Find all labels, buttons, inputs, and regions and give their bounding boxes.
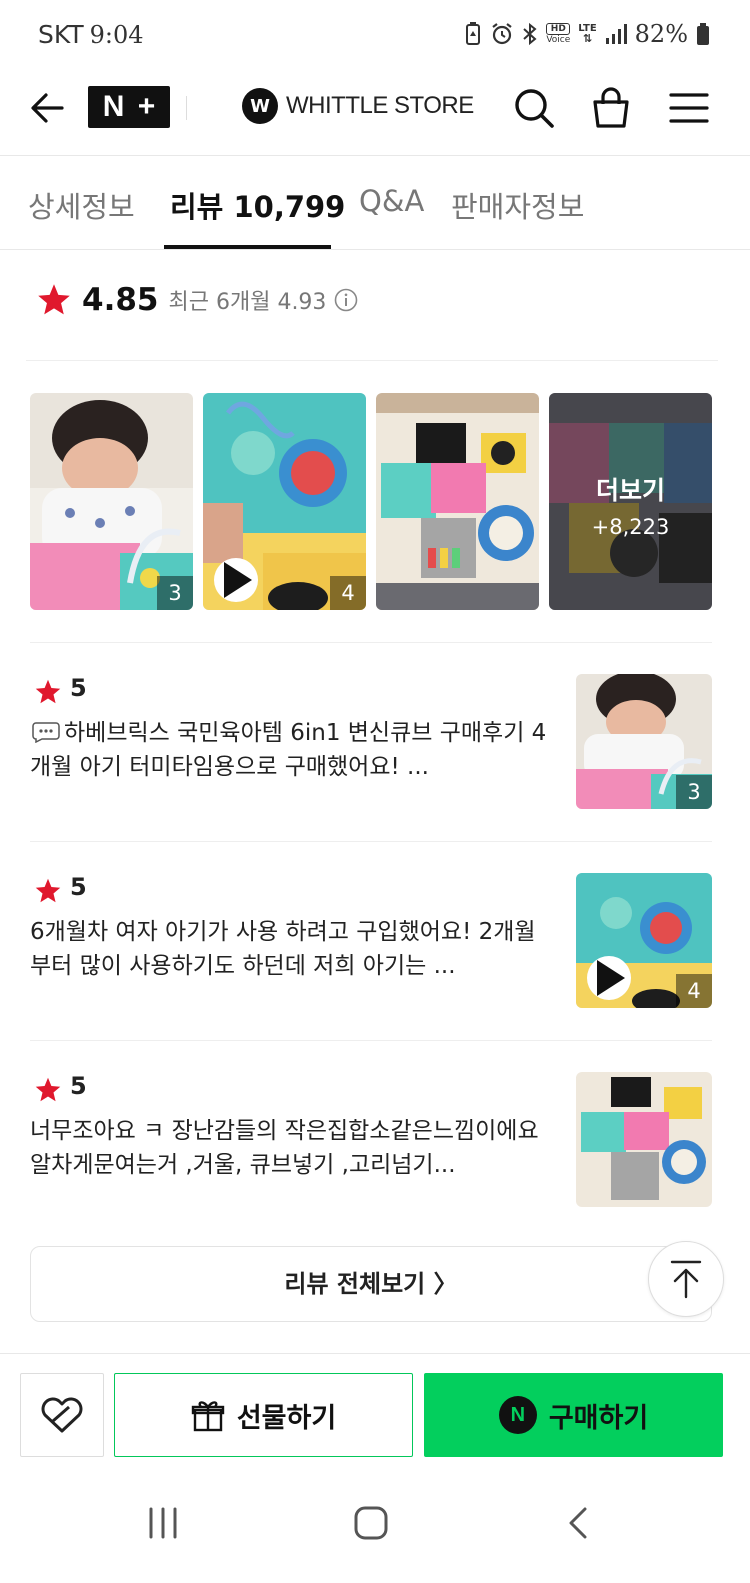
photo-count: 4 xyxy=(330,576,366,610)
search-icon[interactable] xyxy=(512,86,556,130)
naver-pay-icon: N xyxy=(498,1396,537,1434)
purchase-bar: 선물하기 N 구매하기 xyxy=(0,1353,750,1463)
photo-count: 4 xyxy=(676,974,712,1008)
review-text: 6개월차 여자 아기가 사용 하려고 구입했어요! 2개월 부터 많이 사용하기… xyxy=(30,919,536,979)
more-count: +8,223 xyxy=(591,515,670,539)
system-navigation-bar xyxy=(0,1463,750,1583)
buy-label: 구매하기 xyxy=(548,1402,649,1434)
gift-icon xyxy=(191,1401,225,1432)
hd-voice-icon: HD Voice xyxy=(546,23,571,45)
photo-count: 3 xyxy=(676,775,712,809)
battery-percent: 82% xyxy=(634,20,688,48)
more-label: 더보기 xyxy=(595,476,665,505)
rating-average: 4.85 xyxy=(82,282,159,318)
speech-bubble-icon xyxy=(32,722,60,743)
gallery-photo[interactable]: 3 xyxy=(30,393,193,610)
gallery-photo[interactable] xyxy=(376,393,539,610)
divider xyxy=(30,1040,712,1041)
review-score: 5 xyxy=(70,873,87,901)
rating-summary: 4.85 최근 6개월 4.93 xyxy=(36,282,358,318)
signal-icon xyxy=(605,21,627,47)
battery-icon xyxy=(696,21,710,47)
review-photo[interactable] xyxy=(576,1072,712,1207)
summary-divider xyxy=(26,360,718,361)
scroll-to-top-button[interactable] xyxy=(648,1241,724,1317)
clock: 9:04 xyxy=(89,21,144,49)
play-button[interactable] xyxy=(214,558,258,602)
gift-label: 선물하기 xyxy=(236,1402,337,1434)
star-icon xyxy=(35,679,61,704)
gallery-video[interactable]: 4 xyxy=(203,393,366,610)
system-back-icon[interactable] xyxy=(557,1501,601,1545)
review-photo-gallery: 3 4 더보기 +8,223 xyxy=(30,393,712,610)
status-bar: SKT 9:04 HD Voice LTE ⇅ 82% xyxy=(0,0,750,70)
recent-apps-icon[interactable] xyxy=(141,1501,185,1545)
play-icon xyxy=(224,562,252,598)
product-tabs: 상세정보 리뷰 10,799 Q&A 판매자정보 xyxy=(0,157,750,250)
arrow-up-icon xyxy=(670,1260,702,1299)
back-arrow-icon[interactable] xyxy=(28,88,68,128)
alarm-icon xyxy=(490,21,514,47)
play-icon xyxy=(597,960,625,996)
store-mark: W xyxy=(242,88,278,124)
status-right: HD Voice LTE ⇅ 82% xyxy=(464,20,710,48)
store-logo[interactable]: W WHITTLE STORE xyxy=(242,88,474,124)
buy-button[interactable]: N 구매하기 xyxy=(424,1373,723,1457)
toy-pieces-photo xyxy=(376,393,539,610)
review-score: 5 xyxy=(70,1072,87,1100)
heart-icon xyxy=(41,1397,83,1433)
review-text: 하베브릭스 국민육아템 6in1 변신큐브 구매후기 4개월 아기 터미타임용으… xyxy=(30,720,547,780)
review-video[interactable]: 4 xyxy=(576,873,712,1008)
play-button[interactable] xyxy=(587,956,631,1000)
top-navigation: N + W WHITTLE STORE xyxy=(0,70,750,156)
active-tab-indicator xyxy=(164,245,331,249)
home-icon[interactable] xyxy=(349,1501,393,1545)
status-left: SKT 9:04 xyxy=(38,20,144,49)
divider xyxy=(30,841,712,842)
review-item[interactable]: 5 하베브릭스 국민육아템 6in1 변신큐브 구매후기 4개월 아기 터미타임… xyxy=(30,674,712,809)
star-icon xyxy=(38,284,70,315)
review-score: 5 xyxy=(70,674,87,702)
review-item[interactable]: 5 6개월차 여자 아기가 사용 하려고 구입했어요! 2개월 부터 많이 사용… xyxy=(30,873,712,1008)
star-icon xyxy=(35,1077,61,1102)
battery-saver-icon xyxy=(464,21,482,47)
review-photo[interactable]: 3 xyxy=(576,674,712,809)
tab-seller-info[interactable]: 판매자정보 xyxy=(451,184,584,226)
toy-pieces-photo xyxy=(576,1072,712,1207)
lte-icon: LTE ⇅ xyxy=(578,23,597,45)
gallery-more[interactable]: 더보기 +8,223 xyxy=(549,393,712,610)
menu-icon[interactable] xyxy=(667,86,711,130)
tab-qna[interactable]: Q&A xyxy=(359,184,424,218)
nav-divider xyxy=(186,96,187,120)
view-all-reviews-button[interactable]: 리뷰 전체보기 〉 xyxy=(30,1246,712,1322)
divider xyxy=(30,642,712,643)
gift-button[interactable]: 선물하기 xyxy=(114,1373,413,1457)
photo-count: 3 xyxy=(157,576,193,610)
rating-recent: 최근 6개월 4.93 xyxy=(168,290,327,315)
naver-plus-logo[interactable]: N + xyxy=(88,86,170,128)
tab-detail[interactable]: 상세정보 xyxy=(28,184,135,226)
shopping-bag-icon[interactable] xyxy=(589,86,633,130)
more-overlay: 더보기 +8,223 xyxy=(549,393,712,610)
star-icon xyxy=(35,878,61,903)
wishlist-button[interactable] xyxy=(20,1373,104,1457)
store-name: WHITTLE STORE xyxy=(286,92,474,119)
carrier: SKT xyxy=(38,20,84,49)
bluetooth-icon xyxy=(522,21,538,47)
info-icon[interactable] xyxy=(334,288,358,312)
review-item[interactable]: 5 너무조아요 ㅋ 장난감들의 작은집합소같은느낌이에요 알차게문여는거 ,거울… xyxy=(30,1072,712,1207)
review-text: 너무조아요 ㅋ 장난감들의 작은집합소같은느낌이에요 알차게문여는거 ,거울, … xyxy=(30,1118,539,1178)
tab-reviews[interactable]: 리뷰 10,799 xyxy=(170,184,345,226)
